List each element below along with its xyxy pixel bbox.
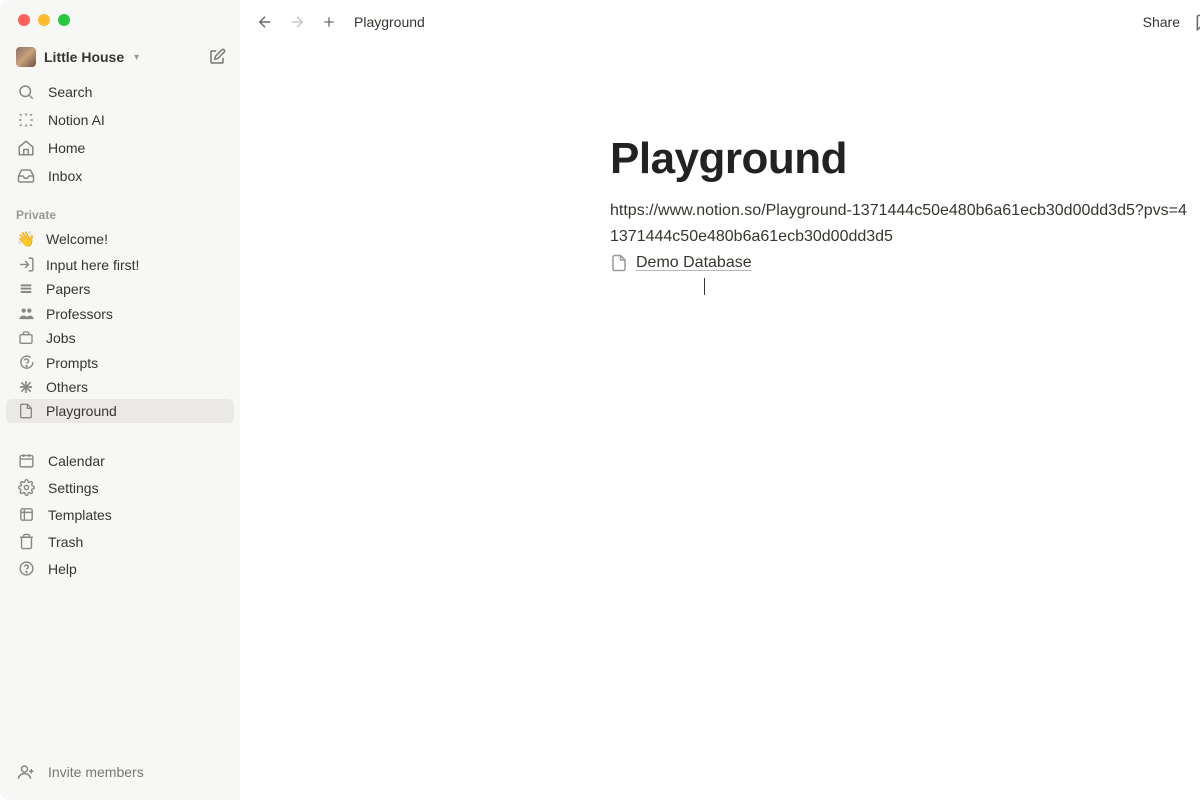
sidebar-item-label: Settings xyxy=(48,480,99,496)
templates-icon xyxy=(16,506,36,523)
sidebar-item-inbox[interactable]: Inbox xyxy=(6,162,234,190)
sidebar-page-label: Professors xyxy=(46,306,113,322)
chat-question-icon xyxy=(16,354,36,371)
sidebar-item-home[interactable]: Home xyxy=(6,134,234,162)
asterisk-icon xyxy=(16,379,36,395)
sidebar-page-label: Playground xyxy=(46,403,117,419)
page-body[interactable]: Playground https://www.notion.so/Playgro… xyxy=(610,44,1200,272)
nav-back-button[interactable] xyxy=(254,11,276,33)
sidebar-item-label: Calendar xyxy=(48,453,105,469)
close-window-button[interactable] xyxy=(18,14,30,26)
login-arrow-icon xyxy=(16,256,36,273)
sidebar-page-label: Input here first! xyxy=(46,257,139,273)
invite-members-button[interactable]: Invite members xyxy=(6,758,234,786)
search-icon xyxy=(16,83,36,101)
sidebar-page-playground[interactable]: Playground xyxy=(6,399,234,423)
briefcase-icon xyxy=(16,330,36,346)
home-icon xyxy=(16,139,36,157)
zoom-window-button[interactable] xyxy=(58,14,70,26)
gear-icon xyxy=(16,479,36,496)
minimize-window-button[interactable] xyxy=(38,14,50,26)
stack-icon xyxy=(16,281,36,297)
sidebar-item-calendar[interactable]: Calendar xyxy=(6,447,234,474)
share-button[interactable]: Share xyxy=(1143,14,1180,30)
sidebar-item-search[interactable]: Search xyxy=(6,78,234,106)
sidebar-item-ai[interactable]: Notion AI xyxy=(6,106,234,134)
sidebar: Little House ▾ Search Not xyxy=(0,0,240,800)
sidebar-item-help[interactable]: Help xyxy=(6,555,234,582)
linked-page-demo-database[interactable]: Demo Database xyxy=(610,254,1200,272)
sidebar-item-label: Help xyxy=(48,561,77,577)
sidebar-pages: 👋 Welcome! Input here first! Papers Pr xyxy=(0,226,240,423)
new-page-button[interactable] xyxy=(206,46,228,68)
comments-icon[interactable] xyxy=(1194,12,1200,32)
chevron-down-icon: ▾ xyxy=(134,52,139,63)
sidebar-page-label: Welcome! xyxy=(46,231,108,247)
sidebar-page-label: Others xyxy=(46,379,88,395)
sidebar-page-label: Prompts xyxy=(46,355,98,371)
calendar-icon xyxy=(16,452,36,469)
workspace-name: Little House xyxy=(44,49,124,65)
sidebar-item-label: Home xyxy=(48,140,85,156)
sidebar-page-jobs[interactable]: Jobs xyxy=(6,326,234,350)
new-tab-button[interactable] xyxy=(318,11,340,33)
page-url-text[interactable]: https://www.notion.so/Playground-1371444… xyxy=(610,202,1200,220)
help-icon xyxy=(16,560,36,577)
sidebar-page-input-first[interactable]: Input here first! xyxy=(6,252,234,277)
sidebar-page-others[interactable]: Others xyxy=(6,375,234,399)
wave-emoji-icon: 👋 xyxy=(16,230,36,248)
invite-members-label: Invite members xyxy=(48,764,144,780)
sidebar-item-templates[interactable]: Templates xyxy=(6,501,234,528)
breadcrumb[interactable]: Playground xyxy=(354,14,425,30)
text-caret-icon xyxy=(704,278,705,295)
add-user-icon xyxy=(16,763,36,781)
sidebar-page-label: Jobs xyxy=(46,330,76,346)
sidebar-item-trash[interactable]: Trash xyxy=(6,528,234,555)
sidebar-item-label: Inbox xyxy=(48,168,82,184)
sidebar-item-settings[interactable]: Settings xyxy=(6,474,234,501)
topbar: Playground Share xyxy=(240,0,1200,44)
sidebar-page-prompts[interactable]: Prompts xyxy=(6,350,234,375)
page-title[interactable]: Playground xyxy=(610,134,1200,184)
sparkle-icon xyxy=(16,111,36,129)
inbox-icon xyxy=(16,167,36,185)
people-icon xyxy=(16,305,36,322)
page-icon xyxy=(16,403,36,419)
sidebar-page-papers[interactable]: Papers xyxy=(6,277,234,301)
nav-forward-button[interactable] xyxy=(286,11,308,33)
trash-icon xyxy=(16,533,36,550)
page-id-text[interactable]: 1371444c50e480b6a61ecb30d00dd3d5 xyxy=(610,228,1200,246)
sidebar-section-private[interactable]: Private xyxy=(0,194,240,226)
window-controls xyxy=(0,0,240,34)
sidebar-nav: Search Notion AI Home Inbox xyxy=(0,74,240,194)
main: Playground Share Playground http xyxy=(240,0,1200,800)
sidebar-page-welcome[interactable]: 👋 Welcome! xyxy=(6,226,234,252)
sidebar-item-label: Search xyxy=(48,84,92,100)
sidebar-page-label: Papers xyxy=(46,281,90,297)
workspace-switcher[interactable]: Little House ▾ xyxy=(16,47,139,67)
sidebar-item-label: Trash xyxy=(48,534,83,550)
workspace-avatar-icon xyxy=(16,47,36,67)
sidebar-item-label: Templates xyxy=(48,507,112,523)
linked-page-label: Demo Database xyxy=(636,254,752,272)
sidebar-page-professors[interactable]: Professors xyxy=(6,301,234,326)
sidebar-item-label: Notion AI xyxy=(48,112,105,128)
page-icon xyxy=(610,254,628,272)
sidebar-footer: Calendar Settings Templates Trash xyxy=(0,439,240,590)
